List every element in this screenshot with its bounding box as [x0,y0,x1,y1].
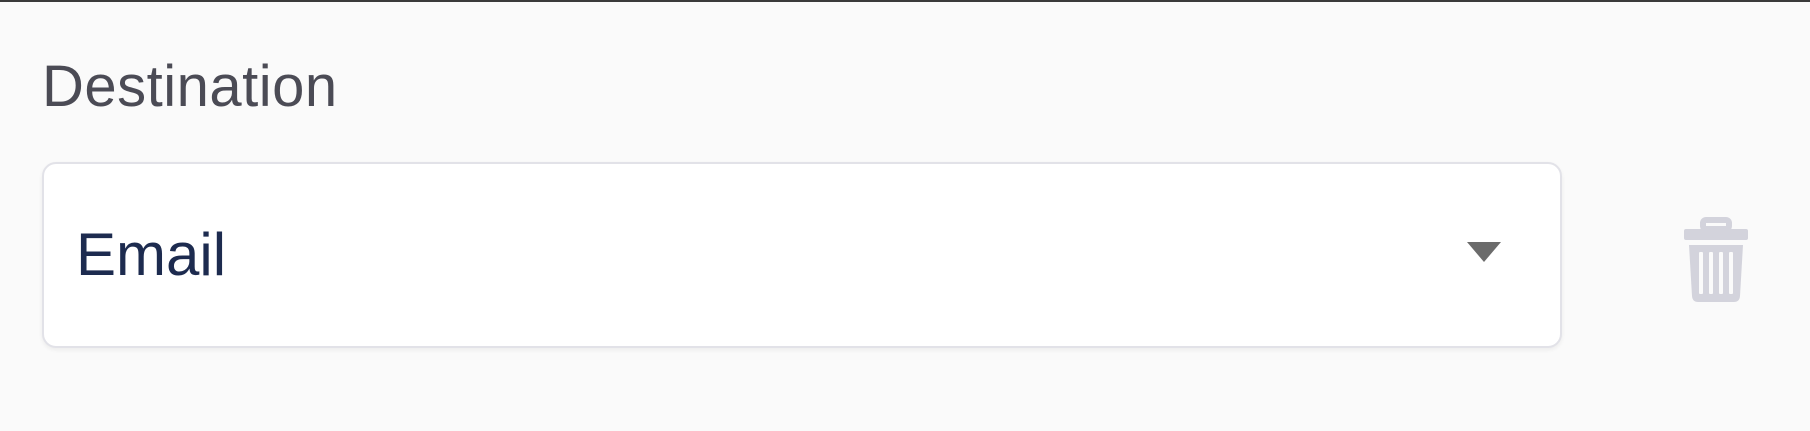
destination-label: Destination [42,54,338,119]
top-divider [0,0,1810,2]
delete-destination-button[interactable] [1676,214,1756,304]
destination-select[interactable]: Email [42,162,1562,348]
caret-down-icon[interactable] [1467,242,1501,262]
trash-icon [1684,217,1748,302]
destination-select-value: Email [76,221,227,288]
